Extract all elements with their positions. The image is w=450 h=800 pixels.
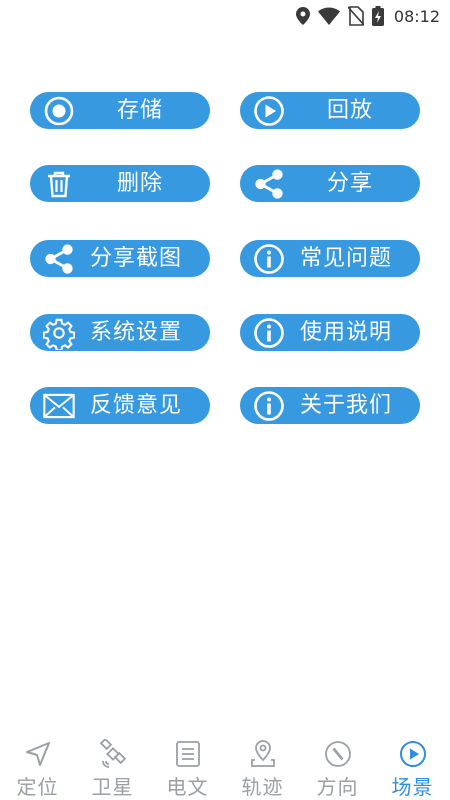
system-settings-button-label: 系统设置: [90, 320, 183, 345]
instructions-button[interactable]: 使用说明: [240, 314, 420, 351]
status-time: 08:12: [393, 6, 440, 26]
tab-satellite[interactable]: 卫星: [75, 732, 150, 800]
status-bar: 08:12: [0, 0, 450, 32]
faq-button[interactable]: 常见问题: [240, 240, 420, 277]
no-sim-icon: [347, 6, 364, 26]
tab-message[interactable]: 电文: [150, 732, 225, 800]
share-button-label: 分享: [326, 171, 373, 196]
tab-direction[interactable]: 方向: [300, 732, 375, 800]
instructions-button-label: 使用说明: [300, 320, 393, 345]
tab-label: 轨迹: [241, 775, 284, 799]
system-settings-button[interactable]: 系统设置: [30, 314, 210, 351]
save-button[interactable]: 存储: [30, 92, 210, 129]
tab-scene[interactable]: 场景: [375, 732, 450, 800]
tab-positioning[interactable]: 定位: [0, 732, 75, 800]
save-button-label: 存储: [116, 98, 163, 123]
location-pin-icon: [247, 738, 279, 769]
about-us-button-label: 关于我们: [300, 393, 393, 418]
tab-label: 方向: [316, 775, 359, 799]
delete-button[interactable]: 删除: [30, 165, 210, 202]
mail-icon: [43, 390, 75, 422]
tab-label: 定位: [16, 775, 59, 799]
info-icon: [253, 243, 285, 275]
share-button[interactable]: 分享: [240, 165, 420, 202]
navigation-arrow-icon: [22, 738, 54, 769]
about-us-button[interactable]: 关于我们: [240, 387, 420, 424]
info-icon: [253, 390, 285, 422]
tab-label: 电文: [166, 775, 209, 799]
feedback-button[interactable]: 反馈意见: [30, 387, 210, 424]
share-screenshot-button-label: 分享截图: [90, 246, 183, 271]
wifi-icon: [317, 7, 340, 25]
document-icon: [172, 738, 204, 769]
share-screenshot-button[interactable]: 分享截图: [30, 240, 210, 277]
tab-label: 场景: [391, 775, 434, 799]
playback-button-label: 回放: [326, 98, 373, 123]
gear-icon: [43, 317, 75, 350]
playback-button[interactable]: 回放: [240, 92, 420, 129]
compass-icon: [322, 738, 354, 769]
feedback-button-label: 反馈意见: [90, 393, 183, 418]
delete-button-label: 删除: [116, 171, 163, 196]
tab-label: 卫星: [91, 775, 134, 799]
location-icon: [295, 7, 310, 25]
bottom-tab-bar: 定位 卫星 电文 轨迹 方向 场景: [0, 732, 450, 800]
satellite-icon: [97, 738, 129, 769]
tab-track[interactable]: 轨迹: [225, 732, 300, 800]
info-icon: [253, 317, 285, 349]
faq-button-label: 常见问题: [300, 246, 393, 271]
share-icon: [43, 243, 75, 275]
play-circle-icon: [397, 738, 429, 769]
status-icons: 08:12: [295, 4, 440, 28]
battery-charging-icon: [371, 6, 384, 26]
